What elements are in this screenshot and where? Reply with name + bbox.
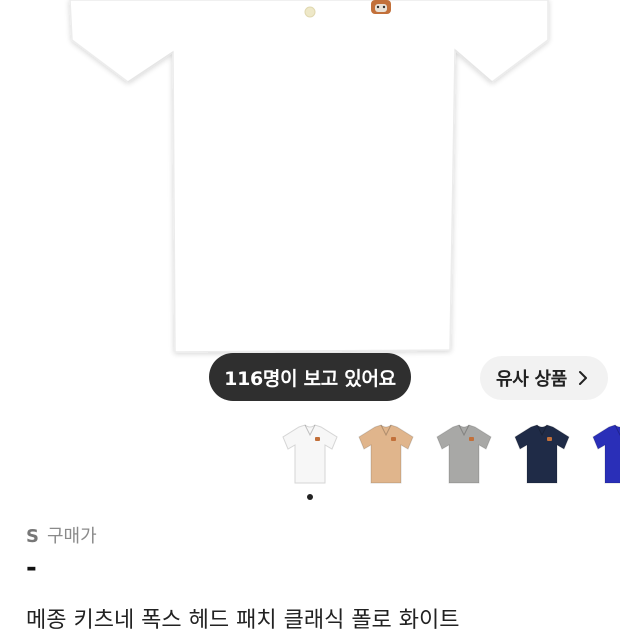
viewers-badge: 116명이 보고 있어요 [209,353,411,401]
similar-products-label: 유사 상품 [496,369,568,390]
color-option-blue-polo[interactable] [587,421,620,487]
chevron-right-icon [579,371,588,385]
product-image[interactable] [0,0,620,360]
color-option-navy-polo[interactable] [509,421,575,487]
size-price-row: S 구매가 [26,522,97,548]
shirt-illustration [69,0,549,353]
price-value: - [26,553,37,583]
color-option-beige-polo[interactable] [353,421,419,487]
polo-shirt-icon [514,424,570,484]
polo-shirt-icon [358,424,414,484]
polo-shirt-icon [436,424,492,484]
price-label: 구매가 [46,526,97,547]
product-name: 메종 키츠네 폭스 헤드 패치 클래식 폴로 화이트 [26,608,460,633]
fox-logo-icon [371,0,391,14]
color-option-white-polo[interactable] [277,421,343,487]
size-label: S [26,526,39,547]
polo-shirt-icon [592,424,620,484]
similar-products-button[interactable]: 유사 상품 [480,356,608,400]
viewers-badge-text: 116명이 보고 있어요 [224,367,396,390]
color-option-grey-polo[interactable] [431,421,497,487]
pagination-dot [307,494,313,500]
polo-shirt-icon [282,424,338,484]
